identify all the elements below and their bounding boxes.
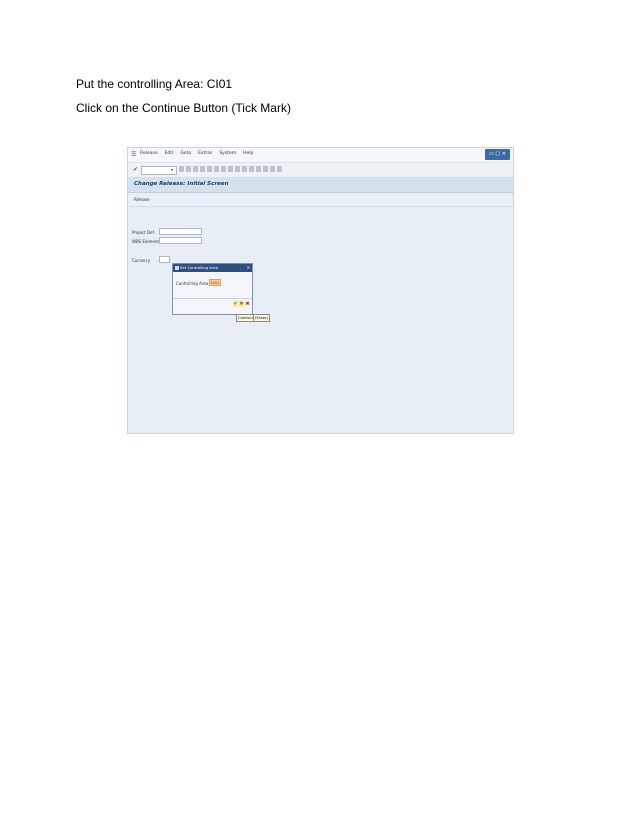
- menu-system[interactable]: System: [219, 151, 236, 156]
- controlling-area-input[interactable]: CI01: [209, 279, 221, 286]
- wbs-element-field[interactable]: [159, 237, 202, 244]
- save-icon[interactable]: [179, 166, 184, 172]
- dialog-close-icon[interactable]: ✕: [247, 264, 250, 272]
- prev-page-icon[interactable]: [235, 166, 240, 172]
- instruction-line-1: Put the controlling Area: CI01: [76, 77, 233, 91]
- menu-edit[interactable]: Edit: [165, 151, 174, 156]
- shortcut-icon[interactable]: [263, 166, 268, 172]
- menu-help[interactable]: Help: [243, 151, 253, 156]
- controlling-area-label: Controlling Area: [176, 281, 209, 286]
- menu-bar: ☰ Release Edit Goto Extras System Help ▭…: [128, 148, 513, 163]
- wbs-element-label: WBS Element: [132, 239, 159, 244]
- new-session-icon[interactable]: [256, 166, 261, 172]
- next-page-icon[interactable]: [242, 166, 247, 172]
- dialog-divider: [173, 298, 252, 299]
- menu-goto[interactable]: Goto: [180, 151, 191, 156]
- find-next-icon[interactable]: [221, 166, 226, 172]
- sap-screenshot: ☰ Release Edit Goto Extras System Help ▭…: [127, 147, 514, 434]
- menu-items: Release Edit Goto Extras System Help: [140, 151, 253, 156]
- first-page-icon[interactable]: [228, 166, 233, 172]
- back-icon[interactable]: [186, 166, 191, 172]
- menu-extras[interactable]: Extras: [198, 151, 212, 156]
- toolbar-icons: [179, 166, 282, 172]
- find-icon[interactable]: [214, 166, 219, 172]
- cancel-icon[interactable]: [200, 166, 205, 172]
- layout-icon[interactable]: [277, 166, 282, 172]
- currency-field[interactable]: [159, 256, 170, 263]
- check-icon[interactable]: ✱: [239, 301, 244, 307]
- sap-menu-icon[interactable]: ☰: [131, 151, 136, 158]
- title-bar: Change Release: Initial Screen: [128, 178, 513, 193]
- dialog-icon: [175, 266, 179, 270]
- print-icon[interactable]: [207, 166, 212, 172]
- dialog-buttons: ✔ ✱ ✖: [233, 301, 250, 307]
- screen-title: Change Release: Initial Screen: [134, 181, 229, 187]
- exit-icon[interactable]: [193, 166, 198, 172]
- enter-tooltip: (Enter): [253, 314, 271, 322]
- help-icon[interactable]: [270, 166, 275, 172]
- instruction-line-2: Click on the Continue Button (Tick Mark): [76, 101, 291, 115]
- chevron-down-icon[interactable]: ▾: [171, 167, 173, 172]
- release-button[interactable]: Release: [134, 197, 150, 202]
- set-controlling-area-dialog: Set Controlling Area ✕ Controlling Area …: [172, 263, 253, 315]
- dialog-title: Set Controlling Area: [180, 265, 219, 270]
- project-def-label: Project Def.: [132, 230, 155, 235]
- continue-tick-icon[interactable]: ✔: [233, 301, 238, 307]
- menu-release[interactable]: Release: [140, 151, 158, 156]
- enter-icon[interactable]: ✔: [133, 166, 138, 173]
- dialog-title-bar: Set Controlling Area ✕: [173, 264, 252, 272]
- project-def-field[interactable]: [159, 228, 202, 235]
- window-controls[interactable]: ▭ ▢ ✕: [485, 149, 510, 160]
- application-toolbar: Release: [128, 193, 513, 207]
- currency-label: Currency: [132, 258, 151, 263]
- cancel-x-icon[interactable]: ✖: [245, 301, 250, 307]
- standard-toolbar: ✔ ▾: [128, 163, 513, 178]
- last-page-icon[interactable]: [249, 166, 254, 172]
